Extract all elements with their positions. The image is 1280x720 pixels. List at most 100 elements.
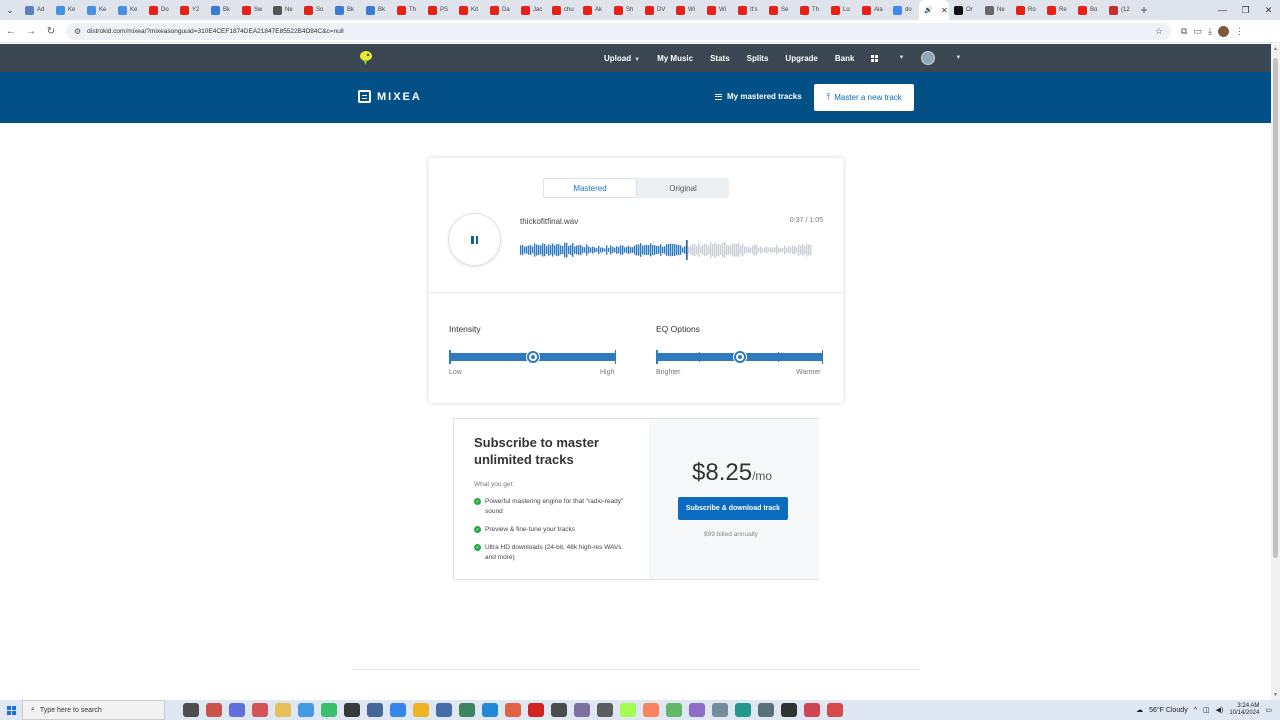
subscribe-download-button[interactable]: Subscribe & download track [678, 497, 788, 520]
app-icon[interactable] [367, 703, 383, 717]
site-info-icon[interactable]: ⚙ [74, 27, 81, 36]
record-icon[interactable] [252, 703, 268, 717]
browser-tab[interactable]: Se [764, 0, 795, 20]
browser-tab[interactable]: Ala [857, 0, 888, 20]
browser-tab[interactable]: It's [733, 0, 764, 20]
mixea-brand[interactable]: MIXEA [358, 90, 422, 103]
weather-icon[interactable]: ☁ [1136, 706, 1143, 714]
browser-tab[interactable]: So [299, 0, 330, 20]
app-icon[interactable] [758, 703, 774, 717]
browser-tab[interactable]: Ke [113, 0, 144, 20]
browser-tab[interactable]: Ad [20, 0, 51, 20]
waveform-scrubber[interactable] [520, 240, 812, 260]
browser-tab[interactable]: Ke [82, 0, 113, 20]
browser-tab[interactable]: Or [949, 0, 980, 20]
file-explorer-icon[interactable] [275, 703, 291, 717]
nav-upload[interactable]: Upload ▼ [604, 54, 640, 63]
app-icon[interactable] [689, 703, 705, 717]
clock[interactable]: 3:24 AM 10/14/2024 [1229, 703, 1259, 717]
browser-tab[interactable]: Ro [1011, 0, 1042, 20]
bookmark-star-icon[interactable]: ☆ [1155, 26, 1163, 37]
download-icon[interactable]: ⤓ [1208, 26, 1212, 37]
restore-icon[interactable]: ❐ [1234, 0, 1257, 20]
scrollbar-thumb[interactable] [1273, 58, 1278, 558]
page-scrollbar[interactable]: ▲ ▼ [1271, 44, 1280, 700]
apps-menu[interactable]: ▼ [871, 54, 904, 62]
pause-button[interactable] [448, 213, 501, 266]
nav-splits[interactable]: Splits [747, 54, 769, 63]
nav-upgrade[interactable]: Upgrade [785, 54, 817, 63]
account-menu[interactable]: ▼ [921, 51, 961, 65]
start-button[interactable] [0, 705, 22, 715]
browser-tab[interactable]: Sw [237, 0, 268, 20]
browser-tab[interactable]: Jac [516, 0, 547, 20]
browser-tab[interactable]: Th [392, 0, 423, 20]
tab-original[interactable]: Original [637, 178, 729, 198]
tab-mastered[interactable]: Mastered [543, 178, 637, 198]
extensions-icon[interactable]: ⧉ [1181, 26, 1187, 37]
browser-menu-icon[interactable]: ⋮ [1235, 26, 1244, 37]
playhead[interactable] [686, 240, 688, 260]
back-icon[interactable]: ← [2, 22, 20, 40]
eq-slider-handle[interactable] [733, 351, 746, 363]
app-icon[interactable] [597, 703, 613, 717]
edge-icon[interactable] [390, 703, 406, 717]
browser-tab[interactable]: Da [485, 0, 516, 20]
app-icon[interactable] [643, 703, 659, 717]
browser-tab[interactable]: PS [423, 0, 454, 20]
browser-tab[interactable]: Wi [671, 0, 702, 20]
intensity-slider-handle[interactable] [526, 351, 539, 363]
chrome-icon[interactable] [298, 703, 314, 717]
forward-icon[interactable]: → [22, 22, 40, 40]
browser-tab[interactable]: Sh [609, 0, 640, 20]
nav-my-music[interactable]: My Music [657, 54, 693, 63]
opera-icon[interactable] [206, 703, 222, 717]
excel-icon[interactable] [459, 703, 475, 717]
profile-avatar[interactable] [1217, 25, 1229, 37]
distrokid-logo-icon[interactable] [358, 50, 374, 66]
app-icon[interactable] [712, 703, 728, 717]
app-icon[interactable] [620, 703, 636, 717]
app-icon[interactable] [804, 703, 820, 717]
volume-icon[interactable]: ◀) [1216, 706, 1224, 714]
browser-tab[interactable]: Re [1042, 0, 1073, 20]
address-bar[interactable]: ⚙ distrokid.com/mixea/?mixeasonguuid=310… [66, 22, 1171, 40]
tab-search-icon[interactable]: ⌄ [0, 0, 20, 20]
app-icon[interactable] [505, 703, 521, 717]
app-icon[interactable] [666, 703, 682, 717]
app-icon[interactable] [528, 703, 544, 717]
new-tab-button[interactable]: + [1135, 3, 1153, 17]
browser-tab-active[interactable]: 🔊 ✕ [919, 0, 949, 20]
browser-tab[interactable]: Lu [826, 0, 857, 20]
nav-stats[interactable]: Stats [710, 54, 730, 63]
app-icon[interactable] [781, 703, 797, 717]
close-tab-icon[interactable]: ✕ [941, 6, 948, 15]
browser-tab[interactable]: Ne [980, 0, 1011, 20]
browser-tab[interactable]: do [888, 0, 919, 20]
browser-tab[interactable]: DV [640, 0, 671, 20]
my-mastered-tracks-link[interactable]: My mastered tracks [715, 92, 802, 101]
browser-tab[interactable]: Do [144, 0, 175, 20]
close-window-icon[interactable]: ✕ [1257, 0, 1280, 20]
app-icon[interactable] [482, 703, 498, 717]
app-icon[interactable] [735, 703, 751, 717]
word-icon[interactable] [436, 703, 452, 717]
browser-tab[interactable]: Ak [578, 0, 609, 20]
cast-icon[interactable]: ▭ [1193, 26, 1202, 37]
weather-text[interactable]: 56°F Cloudy [1149, 707, 1188, 714]
browser-tab[interactable]: Y2 [175, 0, 206, 20]
minimize-icon[interactable]: — [1211, 0, 1234, 20]
browser-tab[interactable]: Bk [330, 0, 361, 20]
browser-tab[interactable]: Wi [702, 0, 733, 20]
browser-tab[interactable]: Ke [51, 0, 82, 20]
notifications-icon[interactable]: ▭ [1265, 706, 1272, 714]
scroll-down-icon[interactable]: ▼ [1273, 692, 1278, 698]
vpn-icon[interactable] [229, 703, 245, 717]
browser-tab[interactable]: Bk [361, 0, 392, 20]
nav-bank[interactable]: Bank [835, 54, 855, 63]
taskbar-search[interactable]: ⌕ Type here to search [22, 700, 165, 720]
app-icon[interactable] [574, 703, 590, 717]
task-view-icon[interactable] [183, 703, 199, 717]
browser-tab[interactable]: Kit [454, 0, 485, 20]
app-icon[interactable] [344, 703, 360, 717]
